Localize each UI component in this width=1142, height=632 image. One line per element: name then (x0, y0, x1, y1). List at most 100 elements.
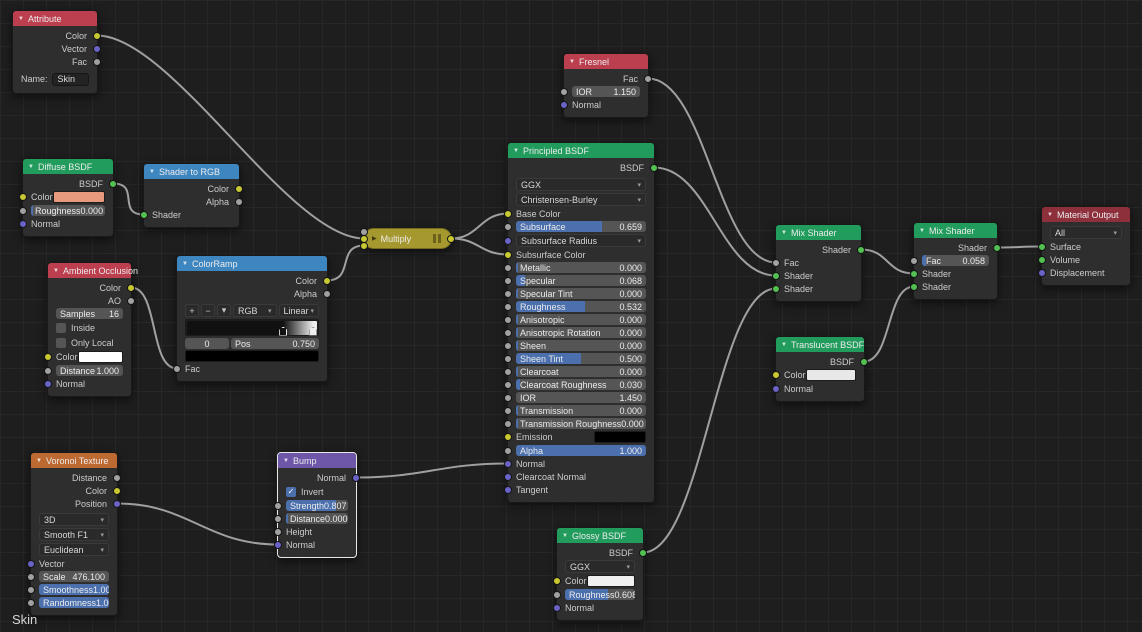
specular-socket[interactable] (504, 277, 512, 285)
tangent-socket[interactable] (504, 486, 512, 494)
node-header[interactable]: ▼Voronoi Texture (31, 453, 117, 468)
node-multiply[interactable]: ▶Multiply (363, 228, 452, 249)
value-slider[interactable]: Clearcoat Roughness0.030 (516, 379, 646, 390)
shader-socket[interactable] (772, 285, 780, 293)
color-swatch[interactable] (78, 351, 123, 363)
bsdf-socket[interactable] (650, 164, 658, 172)
distance-socket[interactable] (44, 367, 52, 375)
value-slider[interactable]: Roughness0.532 (516, 301, 646, 312)
node-mix-shader-1[interactable]: ▼Mix ShaderShaderFacShaderShader (775, 224, 862, 302)
value-slider[interactable]: Clearcoat0.000 (516, 366, 646, 377)
shader-socket[interactable] (910, 283, 918, 291)
height-socket[interactable] (274, 528, 282, 536)
bsdf-socket[interactable] (109, 180, 117, 188)
node-editor-canvas[interactable]: ▼AttributeColorVectorFacName:Skin▼Diffus… (0, 0, 1142, 632)
normal-socket[interactable] (560, 101, 568, 109)
normal-socket[interactable] (772, 385, 780, 393)
alpha-socket[interactable] (235, 198, 243, 206)
value-slider[interactable]: Anisotropic0.000 (516, 314, 646, 325)
shader-socket[interactable] (140, 211, 148, 219)
name-field[interactable]: Skin (52, 73, 89, 86)
smoothness-socket[interactable] (27, 586, 35, 594)
color-socket[interactable] (553, 577, 561, 585)
node-header[interactable]: ▼Mix Shader (776, 225, 861, 240)
value-field[interactable]: Scale476.100 (39, 571, 109, 582)
vector-socket[interactable] (27, 560, 35, 568)
stop-position-field[interactable]: Pos0.750 (231, 338, 319, 349)
remove-stop-button[interactable]: − (201, 304, 215, 317)
dropdown[interactable]: 3D▾ (39, 513, 109, 526)
collapse-arrow-icon[interactable]: ▼ (781, 342, 787, 348)
shader-socket[interactable] (993, 244, 1001, 252)
value-field[interactable]: Distance1.000 (56, 365, 123, 376)
stop-index-field[interactable]: 0 (185, 338, 229, 349)
color-socket[interactable] (235, 185, 243, 193)
transmission-socket[interactable] (504, 407, 512, 415)
color-socket[interactable] (93, 32, 101, 40)
collapse-arrow-icon[interactable]: ▼ (919, 228, 925, 234)
clearcoat-socket[interactable] (504, 368, 512, 376)
add-stop-button[interactable]: + (185, 304, 199, 317)
color-socket[interactable] (44, 353, 52, 361)
only-local-checkbox[interactable] (56, 338, 66, 348)
collapse-arrow-icon[interactable]: ▼ (28, 164, 34, 170)
node-header[interactable]: ▼Ambient Occlusion (48, 263, 131, 278)
ramp-stop-marker[interactable] (309, 327, 317, 336)
sheen-tint-socket[interactable] (504, 355, 512, 363)
node-ambient-occlusion[interactable]: ▼Ambient OcclusionColorAOSamples16Inside… (47, 262, 132, 397)
clearcoat-roughness-socket[interactable] (504, 381, 512, 389)
collapse-arrow-icon[interactable]: ▼ (562, 533, 568, 539)
collapse-arrow-icon[interactable]: ▼ (18, 16, 24, 22)
color-swatch[interactable] (185, 350, 319, 362)
alpha-socket[interactable] (323, 290, 331, 298)
dropdown[interactable]: Subsurface Radius▾ (516, 234, 646, 247)
value-slider[interactable]: Roughness0.608 (565, 589, 635, 600)
value-slider[interactable]: Transmission0.000 (516, 405, 646, 416)
strength-socket[interactable] (274, 502, 282, 510)
fac-socket[interactable] (772, 259, 780, 267)
value-slider[interactable]: Randomness1.000 (39, 597, 109, 608)
ramp-stop-marker[interactable] (279, 327, 287, 336)
distance-socket[interactable] (274, 515, 282, 523)
sheen-socket[interactable] (504, 342, 512, 350)
value-slider[interactable]: Sheen Tint0.500 (516, 353, 646, 364)
collapse-arrow-icon[interactable]: ▼ (182, 261, 188, 267)
displacement-socket[interactable] (1038, 269, 1046, 277)
color-swatch[interactable] (53, 191, 105, 203)
shader-socket[interactable] (857, 246, 865, 254)
value-slider[interactable]: Distance0.000 (286, 513, 348, 524)
value-field[interactable]: IOR1.450 (516, 392, 646, 403)
color-socket[interactable] (113, 487, 121, 495)
fac-socket[interactable] (910, 257, 918, 265)
node-header[interactable]: ▼Fresnel (564, 54, 648, 69)
transmission-roughness-socket[interactable] (504, 420, 512, 428)
value-slider[interactable]: Metallic0.000 (516, 262, 646, 273)
colorramp-gradient[interactable] (186, 320, 318, 336)
emission-socket[interactable] (504, 433, 512, 441)
bsdf-socket[interactable] (639, 549, 647, 557)
bsdf-socket[interactable] (860, 358, 868, 366)
collapse-arrow-icon[interactable]: ▼ (149, 169, 155, 175)
subsurface-socket[interactable] (504, 223, 512, 231)
ior-socket[interactable] (504, 394, 512, 402)
color-mode-dropdown[interactable]: RGB▾ (233, 304, 277, 317)
collapse-arrow-icon[interactable]: ▼ (283, 458, 289, 464)
fac-socket[interactable] (173, 365, 181, 373)
vector-socket[interactable] (93, 45, 101, 53)
node-header[interactable]: ▼ColorRamp (177, 256, 327, 271)
node-header[interactable]: ▼Attribute (13, 11, 97, 26)
shader-socket[interactable] (910, 270, 918, 278)
value-slider[interactable]: Smoothness1.000 (39, 584, 109, 595)
distance-socket[interactable] (113, 474, 121, 482)
value-field[interactable]: IOR1.150 (572, 86, 640, 97)
roughness-socket[interactable] (553, 591, 561, 599)
node-mix-shader-2[interactable]: ▼Mix ShaderShaderFac0.058ShaderShader (913, 222, 998, 300)
node-principled[interactable]: ▼Principled BSDFBSDFGGX▾Christensen-Burl… (507, 142, 655, 503)
value-field[interactable]: Samples16 (56, 308, 123, 319)
collapse-arrow-icon[interactable]: ▼ (513, 148, 519, 154)
fac-socket[interactable] (93, 58, 101, 66)
dropdown[interactable]: Christensen-Burley▾ (516, 193, 646, 206)
value-slider[interactable]: Anisotropic Rotation0.000 (516, 327, 646, 338)
value-slider[interactable]: Fac0.058 (922, 255, 989, 266)
color-socket[interactable] (447, 235, 455, 243)
